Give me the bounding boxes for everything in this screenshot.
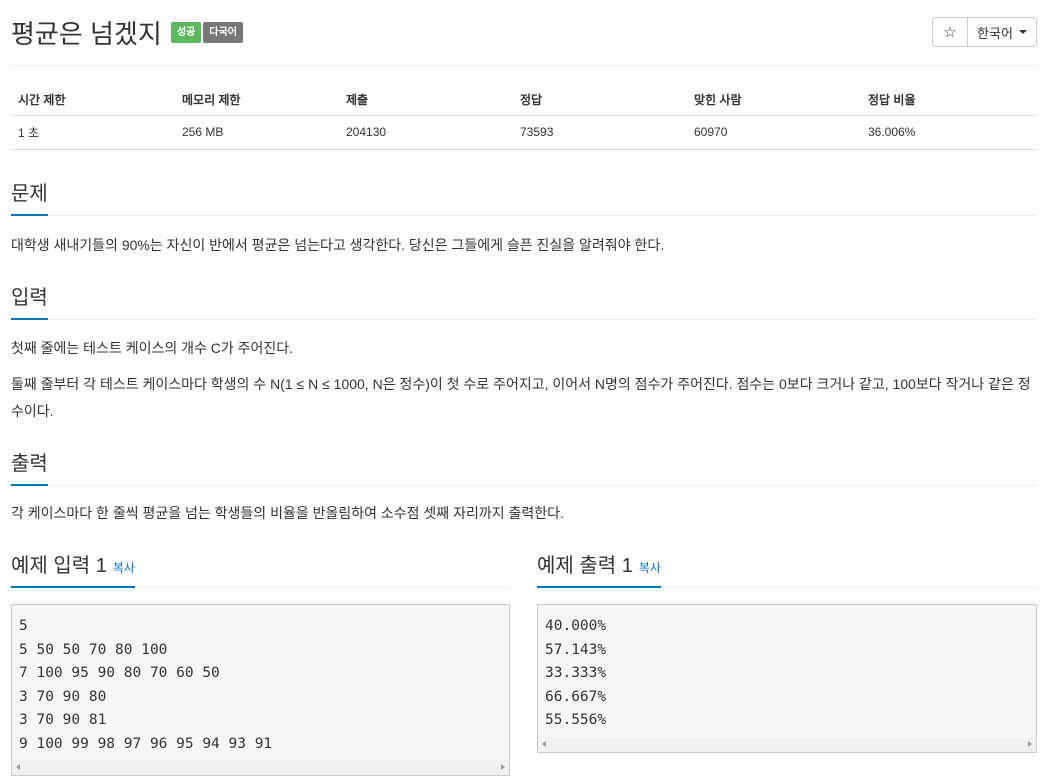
input-section-header: 입력 xyxy=(11,280,1037,320)
sample-output-title: 예제 출력 1 xyxy=(537,555,633,577)
sample-output-scrollbar[interactable] xyxy=(538,737,1036,752)
sample-input-scrollbar[interactable] xyxy=(12,760,509,775)
scroll-left-icon[interactable] xyxy=(16,764,20,770)
sample-output-content: 40.000% 57.143% 33.333% 66.667% 55.556% xyxy=(545,618,607,728)
problem-description: 대학생 새내기들의 90%는 자신이 반에서 평균은 넘는다고 생각한다. 당신… xyxy=(11,237,665,253)
header-accepted: 정답 xyxy=(513,84,687,116)
accepted-value: 73593 xyxy=(513,115,687,150)
language-label: 한국어 xyxy=(977,25,1013,41)
sample-input-heading: 예제 입력 1 복사 xyxy=(11,549,135,588)
scroll-right-icon[interactable] xyxy=(501,764,505,770)
copy-sample-input-button[interactable]: 복사 xyxy=(113,561,135,575)
accept-ratio-value: 36.006% xyxy=(861,115,1037,150)
problem-header: 평균은 넘겠지 성공 다국어 ☆ 한국어 xyxy=(11,16,1037,66)
sample-input-box[interactable]: 5 5 50 50 70 80 100 7 100 95 90 80 70 60… xyxy=(11,604,510,776)
header-solved-users: 맞힌 사람 xyxy=(687,84,861,116)
status-badge-success: 성공 xyxy=(170,21,202,43)
info-header-row: 시간 제한 메모리 제한 제출 정답 맞힌 사람 정답 비율 xyxy=(11,84,1037,116)
star-icon: ☆ xyxy=(943,24,957,41)
sample-output-header: 예제 출력 1 복사 xyxy=(537,548,1037,588)
page-title: 평균은 넘겠지 성공 다국어 xyxy=(11,16,243,52)
sample-input-title: 예제 입력 1 xyxy=(11,555,107,577)
problem-info-table: 시간 제한 메모리 제한 제출 정답 맞힌 사람 정답 비율 1 초 256 M… xyxy=(11,84,1037,150)
copy-sample-output-button[interactable]: 복사 xyxy=(639,561,661,575)
output-section-header: 출력 xyxy=(11,446,1037,486)
memory-limit-value: 256 MB xyxy=(175,115,339,150)
problem-heading: 문제 xyxy=(11,177,48,216)
problem-title: 평균은 넘겠지 xyxy=(11,19,162,49)
header-button-group: ☆ 한국어 xyxy=(932,17,1037,47)
header-submissions: 제출 xyxy=(339,84,513,116)
sample-output-heading: 예제 출력 1 복사 xyxy=(537,549,661,588)
info-value-row: 1 초 256 MB 204130 73593 60970 36.006% xyxy=(11,115,1037,150)
problem-section-header: 문제 xyxy=(11,176,1037,216)
input-heading: 입력 xyxy=(11,281,48,320)
caret-down-icon xyxy=(1018,30,1027,34)
sample-input-content: 5 5 50 50 70 80 100 7 100 95 90 80 70 60… xyxy=(19,618,273,752)
output-heading: 출력 xyxy=(11,447,48,486)
multilang-badge: 다국어 xyxy=(203,21,243,43)
header-memory-limit: 메모리 제한 xyxy=(175,84,339,116)
header-accept-ratio: 정답 비율 xyxy=(861,84,1037,116)
sample-input-header: 예제 입력 1 복사 xyxy=(11,548,510,588)
scroll-left-icon[interactable] xyxy=(542,741,546,747)
solved-users-value: 60970 xyxy=(687,115,861,150)
input-description-line1: 첫째 줄에는 테스트 케이스의 개수 C가 주어진다. xyxy=(11,340,294,356)
scroll-right-icon[interactable] xyxy=(1028,741,1032,747)
language-dropdown[interactable]: 한국어 xyxy=(968,18,1036,46)
time-limit-value: 1 초 xyxy=(11,115,175,150)
submissions-value: 204130 xyxy=(339,115,513,150)
header-time-limit: 시간 제한 xyxy=(11,84,175,116)
sample-output-box[interactable]: 40.000% 57.143% 33.333% 66.667% 55.556% xyxy=(537,604,1037,753)
output-description: 각 케이스마다 한 줄씩 평균을 넘는 학생들의 비율을 반올림하여 소수점 셋… xyxy=(11,505,564,521)
input-description-line2: 둘째 줄부터 각 테스트 케이스마다 학생의 수 N(1 ≤ N ≤ 1000,… xyxy=(11,376,1031,419)
favorite-button[interactable]: ☆ xyxy=(933,18,968,46)
